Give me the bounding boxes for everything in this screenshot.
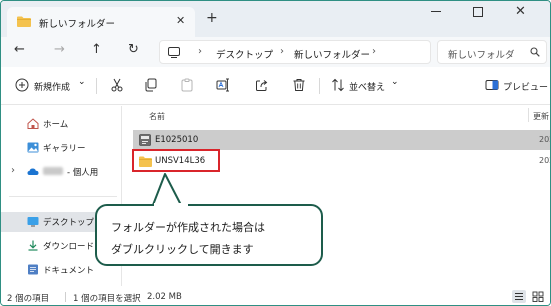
sidebar-item-label: ダウンロード [43,242,95,252]
up-button[interactable]: ↑ [91,42,102,57]
chevron-down-icon[interactable]: ⌄ [78,77,86,87]
new-plus-icon[interactable] [15,78,29,92]
breadcrumb-separator: › [280,46,284,57]
desktop-icon [27,217,39,227]
toolbar-divider [319,78,320,94]
breadcrumb-separator[interactable]: › [372,46,376,57]
status-size: 2.02 MB [147,292,182,302]
breadcrumb-separator: › [198,46,202,57]
share-icon[interactable] [255,78,269,92]
close-window-button[interactable]: ✕ [515,4,526,19]
forward-button[interactable]: → [54,42,65,57]
folder-icon [17,16,31,27]
breadcrumb-new-folder[interactable]: 新しいフォルダー [294,47,370,61]
file-date: 2025 [539,135,550,144]
highlight-box [132,149,220,172]
cut-icon[interactable] [110,78,124,92]
search-placeholder: 新しいフォルダ [448,50,515,61]
tab-title: 新しいフォルダー [39,19,116,30]
sidebar-item-label: ホーム [43,120,69,130]
download-icon [28,240,38,251]
status-item-count: 2 個の項目 [7,294,50,304]
document-icon [28,264,38,275]
preview-pane-icon[interactable] [485,78,499,92]
sort-button[interactable]: 並べ替え [349,80,385,93]
callout-text-line-2: ダブルクリックして開きます [111,243,254,256]
sidebar-item-gallery[interactable]: ギャラリー [1,139,122,157]
refresh-button[interactable]: ↻ [128,42,139,57]
gallery-icon [27,142,39,153]
sidebar-item-onedrive[interactable]: › - 個人用 [1,163,122,181]
instruction-callout: フォルダーが作成された場合は ダブルクリックして開きます [95,204,323,266]
paste-icon[interactable] [180,78,194,92]
sidebar-divider [9,196,117,197]
onedrive-cloud-icon [27,168,39,175]
details-view-icon[interactable] [512,290,526,303]
callout-text-line-1: フォルダーが作成された場合は [111,221,265,234]
status-selection: 1 個の項目を選択 [73,294,141,304]
title-bar: 新しいフォルダー ✕ + ✕ [1,1,550,37]
navigation-bar: ← → ↑ ↻ › デスクトップ › 新しいフォルダー › 新しいフォルダ [1,37,550,67]
file-date: 2025 [539,156,550,165]
new-button[interactable]: 新規作成 [34,80,70,93]
toolbar-divider [96,78,97,94]
address-bar[interactable]: › デスクトップ › 新しいフォルダー › [159,40,431,64]
sidebar-item-label: - 個人用 [67,168,99,178]
minimize-button[interactable] [431,11,441,12]
file-explorer-window: 新しいフォルダー ✕ + ✕ ← → ↑ ↻ › デスクトップ › 新しいフォル… [0,0,551,306]
back-button[interactable]: ← [14,42,25,57]
rename-icon[interactable] [216,78,230,92]
column-divider[interactable] [528,108,529,122]
sidebar-item-label: ギャラリー [43,144,86,154]
tab-new-folder[interactable]: 新しいフォルダー ✕ [7,7,195,37]
file-name: E1025010 [155,135,199,145]
sort-icon[interactable] [331,78,345,92]
callout-tail-join [154,203,188,207]
breadcrumb-desktop[interactable]: デスクトップ [216,47,273,61]
copy-icon[interactable] [144,78,158,92]
maximize-button[interactable] [473,7,483,17]
status-divider [65,292,66,302]
archive-file-icon [139,134,151,146]
tab-close-icon[interactable]: ✕ [176,14,185,27]
column-header-name[interactable]: 名前 [149,111,165,122]
command-bar: 新規作成 ⌄ 並べ替え ⌄ プレビュー [1,67,550,105]
file-row-archive[interactable]: E1025010 2025 [133,130,550,150]
sidebar-item-home[interactable]: ホーム [1,115,122,133]
computer-icon [168,47,180,59]
new-tab-button[interactable]: + [206,10,218,26]
callout-tail [152,173,182,206]
status-bar: 2 個の項目 1 個の項目を選択 2.02 MB [1,286,550,305]
redacted-account-name [43,167,63,175]
sidebar-item-label: ドキュメント [43,266,95,276]
delete-icon[interactable] [292,78,306,92]
sidebar-item-label: デスクトップ [43,218,95,228]
search-box[interactable]: 新しいフォルダ [437,40,547,64]
tiles-view-icon[interactable] [531,290,545,303]
search-icon [530,47,540,57]
column-header-modified[interactable]: 更新 [533,111,549,122]
expand-chevron-icon[interactable]: › [11,165,15,176]
chevron-down-icon[interactable]: ⌄ [391,77,399,87]
preview-button[interactable]: プレビュー [503,80,548,93]
home-icon [27,118,39,129]
